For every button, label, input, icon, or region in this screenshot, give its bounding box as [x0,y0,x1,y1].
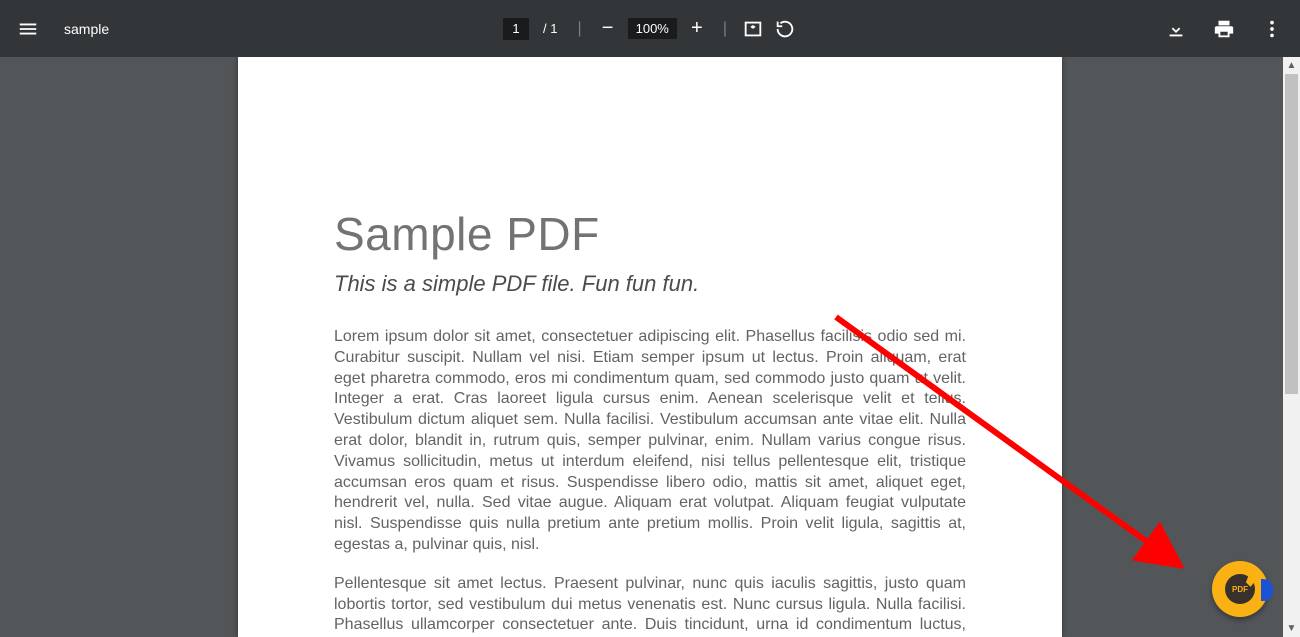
vertical-scrollbar[interactable]: ▲ ▼ [1283,57,1300,637]
document-title: Sample PDF [334,207,966,261]
pdf-extension-fab[interactable]: PDF [1212,561,1268,617]
page-total: / 1 [537,21,563,36]
pdf-page: Sample PDF This is a simple PDF file. Fu… [238,57,1062,637]
menu-icon[interactable] [16,17,40,41]
file-title: sample [64,21,109,37]
scroll-up-arrow-icon[interactable]: ▲ [1283,57,1300,74]
paragraph: Pellentesque sit amet lectus. Praesent p… [334,574,966,637]
scroll-down-arrow-icon[interactable]: ▼ [1283,620,1300,637]
more-options-icon[interactable] [1260,17,1284,41]
scrollbar-thumb[interactable] [1285,74,1298,394]
pdf-viewer-area: Sample PDF This is a simple PDF file. Fu… [0,57,1300,637]
rotate-icon[interactable] [773,17,797,41]
print-icon[interactable] [1212,17,1236,41]
separator: | [717,20,733,38]
zoom-out-button[interactable]: − [596,17,620,40]
document-subtitle: This is a simple PDF file. Fun fun fun. [334,271,966,297]
paragraph: Lorem ipsum dolor sit amet, consectetuer… [334,327,966,556]
zoom-in-button[interactable]: + [685,17,709,40]
chat-pdf-icon: PDF [1225,574,1255,604]
separator: | [571,20,587,38]
fit-to-page-icon[interactable] [741,17,765,41]
download-icon[interactable] [1164,17,1188,41]
document-body: Lorem ipsum dolor sit amet, consectetuer… [334,327,966,637]
toolbar-center: / 1 | − 100% + | [503,17,797,41]
pdf-viewer-toolbar: sample / 1 | − 100% + | [0,0,1300,57]
page-number-input[interactable] [503,18,529,40]
zoom-level[interactable]: 100% [628,18,677,39]
